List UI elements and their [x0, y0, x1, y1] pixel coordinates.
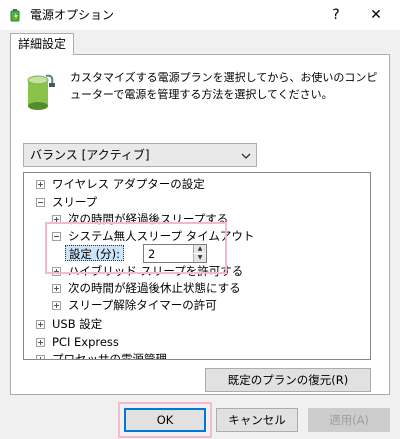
expand-icon[interactable] [36, 320, 45, 329]
battery-plan-icon [27, 74, 55, 110]
chevron-down-icon [241, 153, 251, 159]
setting-minutes-label: 設定 (分): [65, 245, 125, 261]
window-title: 電源オプション [30, 8, 115, 22]
expand-icon[interactable] [36, 355, 45, 359]
collapse-icon[interactable] [36, 198, 45, 207]
restore-defaults-button[interactable]: 既定のプランの復元(R) [205, 368, 371, 392]
settings-tree[interactable]: ワイヤレス アダプターの設定 スリープ 次の時間が経過後スリープする システム無… [23, 172, 371, 360]
minutes-input[interactable] [145, 245, 191, 262]
expand-icon[interactable] [52, 215, 61, 224]
plan-description: カスタマイズする電源プランを選択してから、お使いのコンピューターで電源を管理する… [70, 71, 378, 101]
close-button[interactable]: ✕ [360, 0, 392, 30]
collapse-icon[interactable] [52, 232, 61, 241]
spin-down-icon[interactable]: ▼ [193, 254, 206, 262]
expand-icon[interactable] [52, 284, 61, 293]
expand-icon[interactable] [36, 180, 45, 189]
power-options-icon [10, 9, 20, 22]
expand-icon[interactable] [36, 338, 45, 347]
plan-select-value: バランス [アクティブ] [30, 148, 150, 162]
minutes-stepper[interactable]: ▲ ▼ [143, 244, 207, 263]
cancel-button[interactable]: キャンセル [216, 408, 298, 432]
tab-advanced-settings[interactable]: 詳細設定 [10, 33, 74, 55]
spin-up-icon[interactable]: ▲ [193, 245, 206, 253]
expand-icon[interactable] [52, 267, 61, 276]
plan-select[interactable]: バランス [アクティブ] [23, 143, 257, 167]
expand-icon[interactable] [52, 301, 61, 310]
help-button[interactable]: ? [322, 0, 350, 30]
apply-button[interactable]: 適用(A) [308, 408, 390, 432]
ok-button[interactable]: OK [124, 408, 206, 432]
